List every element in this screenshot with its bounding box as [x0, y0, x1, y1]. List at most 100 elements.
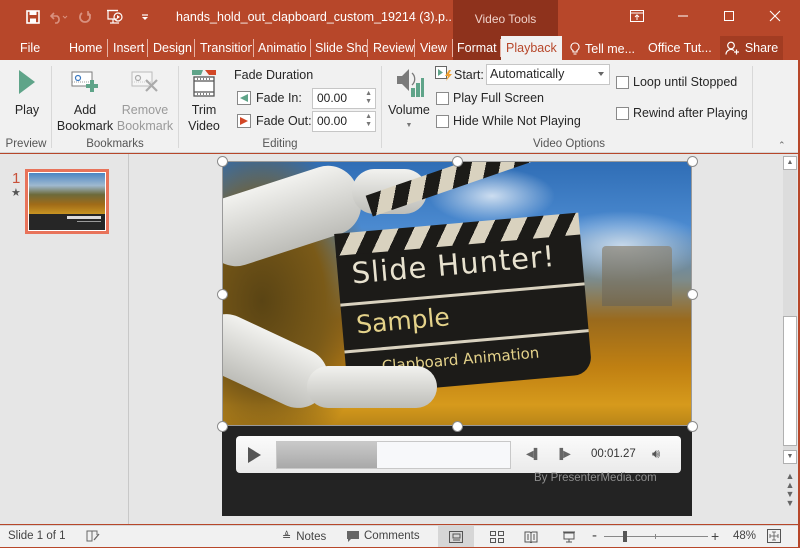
notes-button[interactable]: ≜ Notes: [282, 530, 326, 544]
previous-slide-icon[interactable]: ▲ ▲: [784, 472, 796, 490]
next-slide-icon[interactable]: ▼ ▼: [784, 490, 796, 508]
spell-check-icon[interactable]: [86, 530, 100, 542]
group-separator: [178, 66, 179, 148]
start-label: Start:: [454, 68, 484, 82]
normal-view-button[interactable]: [438, 526, 474, 547]
maximize-icon[interactable]: [706, 0, 752, 32]
redo-icon[interactable]: [72, 7, 98, 27]
fade-out-icon: [237, 114, 251, 128]
tab-office-tutorials[interactable]: Office Tut...: [644, 38, 716, 60]
volume-button[interactable]: Volume ▼: [386, 64, 432, 134]
player-volume-icon[interactable]: 🔊︎: [652, 446, 660, 462]
tab-animations[interactable]: Animatio: [254, 38, 310, 60]
collapse-ribbon-icon[interactable]: ⌃: [778, 140, 786, 151]
zoom-level[interactable]: 48%: [733, 530, 756, 542]
tab-insert[interactable]: Insert: [109, 38, 148, 60]
loop-until-stopped-checkbox[interactable]: [616, 76, 629, 89]
fade-duration-label: Fade Duration: [234, 68, 314, 82]
ribbon-display-options-icon[interactable]: [614, 0, 660, 32]
fit-slide-button[interactable]: [767, 529, 781, 543]
play-full-screen-label: Play Full Screen: [453, 91, 545, 105]
tab-home[interactable]: Home: [65, 38, 106, 60]
scroll-down-icon[interactable]: ▼: [783, 450, 797, 464]
resize-handle[interactable]: [217, 289, 228, 300]
tab-format[interactable]: Format: [453, 38, 501, 60]
resize-handle[interactable]: [452, 156, 463, 167]
group-separator: [381, 66, 382, 148]
resize-handle[interactable]: [217, 421, 228, 432]
spin-arrows-icon[interactable]: ▲ ▼: [365, 90, 372, 106]
tab-playback[interactable]: Playback: [501, 36, 562, 60]
resize-handle[interactable]: [687, 421, 698, 432]
resize-handle[interactable]: [687, 156, 698, 167]
slide-show-button[interactable]: [554, 526, 584, 547]
add-bookmark-button[interactable]: Add Bookmark: [56, 64, 114, 134]
resize-handle[interactable]: [687, 289, 698, 300]
zoom-in-button[interactable]: +: [711, 528, 719, 544]
player-play-icon[interactable]: [248, 447, 261, 463]
tell-me-search[interactable]: Tell me...: [566, 38, 639, 60]
slide-thumbnail[interactable]: [25, 169, 109, 234]
player-progress-bar[interactable]: [276, 441, 511, 469]
zoom-slider[interactable]: [604, 536, 708, 537]
person-add-icon: [725, 41, 739, 55]
play-button[interactable]: Play: [12, 64, 42, 118]
start-trigger-icon: [435, 66, 452, 81]
player-forward-icon[interactable]: ▐▶: [556, 449, 571, 460]
ribbon-tabs: File Home Insert Design Transition Anima…: [0, 34, 800, 60]
play-full-screen-checkbox[interactable]: [436, 92, 449, 105]
comments-button[interactable]: Comments: [347, 530, 420, 542]
start-dropdown[interactable]: Automatically: [486, 64, 610, 85]
slide-sorter-button[interactable]: [482, 526, 512, 547]
minimize-icon[interactable]: [660, 0, 706, 32]
undo-icon[interactable]: [46, 7, 72, 27]
rewind-after-playing-label: Rewind after Playing: [633, 106, 748, 120]
work-area: 1 ★ Slide Hunter! Sample Clapboard Anima…: [0, 154, 798, 524]
fade-in-input[interactable]: 00.00 ▲ ▼: [312, 88, 376, 109]
share-label: Share: [744, 41, 779, 55]
trim-video-button[interactable]: Trim Video: [184, 64, 224, 134]
group-label-preview: Preview: [5, 138, 47, 150]
fit-to-window-icon: [767, 529, 781, 543]
tab-review[interactable]: Review: [369, 38, 418, 60]
scroll-up-icon[interactable]: ▲: [783, 156, 797, 170]
resize-handle[interactable]: [217, 156, 228, 167]
slide-thumbnails-pane: 1 ★: [0, 154, 128, 524]
chevron-down-icon: [598, 72, 604, 76]
background-buildings: [602, 246, 672, 306]
tab-slide-show[interactable]: Slide Sho: [311, 38, 367, 60]
zoom-slider-thumb[interactable]: [623, 531, 627, 542]
tab-design[interactable]: Design: [149, 38, 196, 60]
thumbnail-image: [29, 173, 105, 230]
play-label: Play: [14, 103, 40, 117]
fade-out-input[interactable]: 00.00 ▲ ▼: [312, 111, 376, 132]
video-frame[interactable]: Slide Hunter! Sample Clapboard Animation: [222, 161, 692, 426]
tab-view[interactable]: View: [416, 38, 451, 60]
lightbulb-icon: [570, 42, 580, 55]
slide-number: 1: [12, 170, 21, 187]
player-progress-fill: [277, 442, 378, 468]
zoom-out-button[interactable]: -: [592, 527, 597, 544]
rewind-after-playing-checkbox[interactable]: [616, 107, 629, 120]
player-time: 00:01.27: [591, 448, 636, 460]
pane-splitter[interactable]: [128, 154, 129, 524]
save-icon[interactable]: [20, 7, 46, 27]
tab-file[interactable]: File: [16, 38, 44, 60]
fade-out-label: Fade Out:: [256, 114, 312, 128]
vertical-scrollbar[interactable]: ▲ ▼ ▲ ▲ ▼ ▼: [783, 154, 797, 524]
spin-arrows-icon[interactable]: ▲ ▼: [365, 113, 372, 129]
remove-bookmark-button[interactable]: Remove Bookmark: [116, 64, 174, 134]
tab-transitions[interactable]: Transition: [196, 38, 252, 60]
group-separator: [51, 66, 52, 148]
resize-handle[interactable]: [452, 421, 463, 432]
share-button[interactable]: Share: [720, 36, 783, 60]
player-back-icon[interactable]: ◀▌: [526, 449, 541, 460]
zoom-slider-center-tick: [655, 534, 656, 539]
hide-while-not-playing-checkbox[interactable]: [436, 115, 449, 128]
present-from-start-icon[interactable]: [102, 7, 128, 27]
customize-qat-icon[interactable]: [132, 7, 158, 27]
close-icon[interactable]: [752, 0, 798, 32]
quick-access-toolbar: [20, 7, 158, 27]
reading-view-button[interactable]: [516, 526, 546, 547]
scroll-thumb[interactable]: [783, 316, 797, 446]
